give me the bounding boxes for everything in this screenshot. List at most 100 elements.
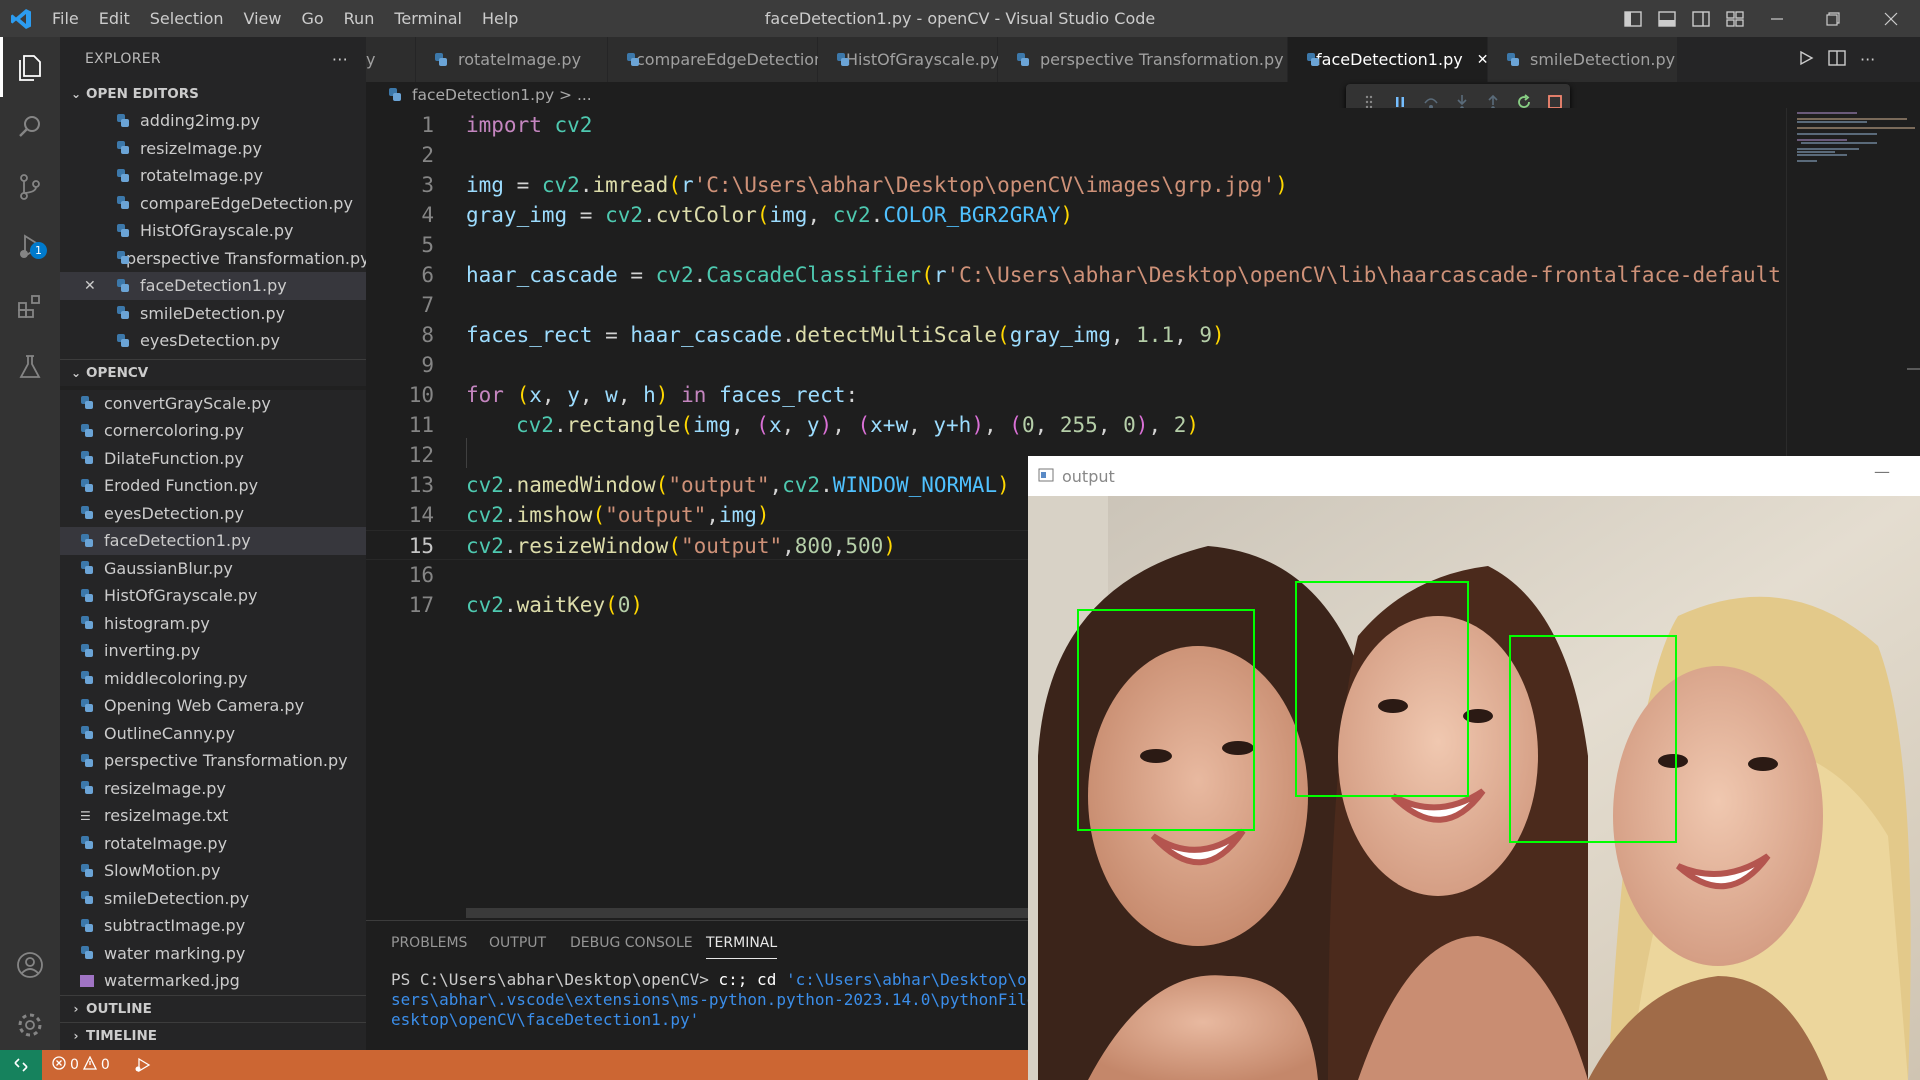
horizontal-scrollbar[interactable] (466, 908, 1032, 918)
open-editor-item[interactable]: ✕ faceDetection1.py (60, 272, 366, 300)
file-tree-item[interactable]: Eroded Function.py (60, 472, 366, 500)
menu-run[interactable]: Run (334, 0, 385, 37)
editor-tab[interactable]: y (366, 37, 416, 82)
editor-tab[interactable]: perspective Transformation.py (998, 37, 1288, 82)
file-tree-item[interactable]: ☰ resizeImage.txt (60, 802, 366, 830)
menu-file[interactable]: File (42, 0, 89, 37)
terminal-line-2: sers\abhar\.vscode\extensions\ms-python.… (391, 990, 1075, 1009)
tab-output[interactable]: OUTPUT (489, 935, 546, 951)
open-editor-item[interactable]: smileDetection.py (60, 300, 366, 328)
editor-tab[interactable]: HistOfGrayscale.py (818, 37, 1000, 82)
window-app-icon (1038, 467, 1054, 486)
error-icon (52, 1056, 66, 1074)
toggle-sidebar-icon[interactable] (1618, 0, 1648, 37)
python-file-icon (434, 52, 448, 67)
settings-gear-icon[interactable] (0, 995, 60, 1055)
file-tree-item[interactable]: SlowMotion.py (60, 857, 366, 885)
open-editor-item[interactable]: resizeImage.py (60, 135, 366, 163)
editor-tab[interactable]: rotateImage.py (416, 37, 608, 82)
breadcrumb[interactable]: faceDetection1.py > ... (388, 82, 592, 108)
editor-tab[interactable]: smileDetection.py (1488, 37, 1678, 82)
outline-header[interactable]: › OUTLINE (60, 996, 366, 1022)
editor-tab[interactable]: faceDetection1.py ✕ (1288, 37, 1488, 82)
file-name: compareEdgeDetection.py (140, 193, 353, 213)
file-tree-item[interactable]: middlecoloring.py (60, 665, 366, 693)
open-editor-item[interactable]: HistOfGrayscale.py (60, 217, 366, 245)
editor-tab[interactable]: compareEdgeDetection.py (608, 37, 849, 82)
file-tree-item[interactable]: DilateFunction.py (60, 445, 366, 473)
account-icon[interactable] (0, 935, 60, 995)
extensions-icon[interactable] (0, 277, 60, 337)
file-tree-item[interactable]: water marking.py (60, 940, 366, 968)
file-name: perspective Transformation.py (104, 751, 348, 771)
toggle-secondary-sidebar-icon[interactable] (1686, 0, 1716, 37)
search-icon[interactable] (0, 97, 60, 157)
more-actions-icon[interactable]: ··· (1860, 50, 1875, 69)
code-line-14: cv2.imshow("output",img) (466, 503, 770, 527)
minimize-window-icon[interactable] (1762, 0, 1792, 37)
output-image-window[interactable]: output — (1028, 456, 1920, 1080)
output-minimize-icon[interactable]: — (1874, 462, 1890, 481)
remote-icon[interactable] (0, 1050, 42, 1080)
file-tree-item[interactable]: subtractImage.py (60, 912, 366, 940)
file-tree-item[interactable]: cornercoloring.py (60, 417, 366, 445)
close-editor-icon[interactable]: ✕ (84, 278, 116, 294)
split-editor-icon[interactable] (1828, 49, 1846, 70)
open-editors-label: OPEN EDITORS (86, 86, 199, 102)
file-tree-item[interactable]: smileDetection.py (60, 885, 366, 913)
code-line-3: img = cv2.imread(r'C:\Users\abhar\Deskto… (466, 173, 1288, 197)
testing-icon[interactable] (0, 337, 60, 397)
menu-view[interactable]: View (234, 0, 292, 37)
file-tree-item[interactable]: faceDetection1.py (60, 527, 366, 555)
restore-window-icon[interactable] (1818, 0, 1848, 37)
activity-bar: 1 (0, 37, 60, 1050)
open-editor-item[interactable]: perspective Transformation.py (60, 245, 366, 273)
debug-launch-icon[interactable] (134, 1057, 152, 1077)
run-python-file-icon[interactable] (1798, 50, 1814, 70)
open-editor-item[interactable]: rotateImage.py (60, 162, 366, 190)
python-file-icon (116, 196, 130, 210)
file-tree-item[interactable]: histogram.py (60, 610, 366, 638)
menu-go[interactable]: Go (291, 0, 333, 37)
file-name: rotateImage.py (104, 833, 228, 853)
menu-edit[interactable]: Edit (89, 0, 140, 37)
close-window-icon[interactable] (1876, 0, 1906, 37)
file-tree-item[interactable]: OutlineCanny.py (60, 720, 366, 748)
file-tree-item[interactable]: GaussianBlur.py (60, 555, 366, 583)
file-tree-item[interactable]: resizeImage.py (60, 775, 366, 803)
python-file-icon (80, 671, 94, 685)
file-tree-item[interactable]: Opening Web Camera.py (60, 692, 366, 720)
explorer-icon[interactable] (0, 37, 60, 97)
toggle-panel-icon[interactable] (1652, 0, 1682, 37)
file-tree-item[interactable]: perspective Transformation.py (60, 747, 366, 775)
tab-problems[interactable]: PROBLEMS (391, 935, 467, 951)
file-tree-item[interactable]: convertGrayScale.py (60, 390, 366, 418)
file-tree-item[interactable]: eyesDetection.py (60, 500, 366, 528)
menu-selection[interactable]: Selection (140, 0, 234, 37)
source-control-icon[interactable] (0, 157, 60, 217)
file-tree-item[interactable]: rotateImage.py (60, 830, 366, 858)
open-editors-header[interactable]: ⌄ OPEN EDITORS (60, 81, 366, 107)
file-tree-item[interactable]: watermarked.jpg (60, 967, 366, 995)
project-header[interactable]: ⌄ OPENCV (60, 360, 366, 386)
terminal-line-1[interactable]: PS C:\Users\abhar\Desktop\openCV> c:; cd… (391, 970, 1065, 990)
tab-label: rotateImage.py (458, 50, 582, 69)
code-line-8: faces_rect = haar_cascade.detectMultiSca… (466, 323, 1225, 347)
menu-terminal[interactable]: Terminal (384, 0, 472, 37)
python-file-icon (80, 836, 94, 850)
menu-help[interactable]: Help (472, 0, 528, 37)
chevron-right-icon: › (73, 1029, 79, 1043)
open-editor-item[interactable]: adding2img.py (60, 107, 366, 135)
more-actions-icon[interactable]: ··· (332, 50, 348, 69)
timeline-header[interactable]: › TIMELINE (60, 1023, 366, 1049)
tab-debug-console[interactable]: DEBUG CONSOLE (570, 935, 693, 951)
open-editor-item[interactable]: eyesDetection.py (60, 327, 366, 355)
tab-terminal[interactable]: TERMINAL (706, 935, 778, 959)
file-tree-item[interactable]: inverting.py (60, 637, 366, 665)
file-tree-item[interactable]: HistOfGrayscale.py (60, 582, 366, 610)
problems-status[interactable]: 0 0 (52, 1050, 110, 1080)
open-editor-item[interactable]: compareEdgeDetection.py (60, 190, 366, 218)
close-tab-icon[interactable]: ✕ (1477, 52, 1489, 68)
customize-layout-icon[interactable] (1720, 0, 1750, 37)
output-window-titlebar[interactable]: output — (1028, 456, 1920, 496)
